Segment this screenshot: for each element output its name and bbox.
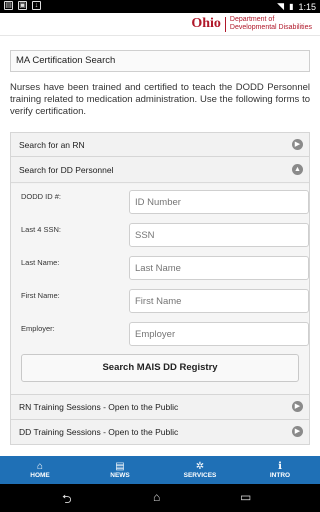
form-row-ssn: Last 4 SSN: <box>21 223 309 247</box>
chevron-right-circle-icon: ▶ <box>292 139 303 150</box>
first-name-input[interactable] <box>129 289 309 313</box>
accordion-header-dd[interactable]: Search for DD Personnel ▲ <box>11 157 309 183</box>
home-button-icon[interactable]: ⌂ <box>153 490 160 504</box>
download-icon: ↓ <box>32 1 41 10</box>
form-row-last-name: Last Name: <box>21 256 309 280</box>
home-icon: ⌂ <box>36 461 44 472</box>
dept-line-1: Department of <box>229 16 275 23</box>
dept-line-2: Developmental Disabilities <box>229 24 312 31</box>
app-header: Ohio Department of Developmental Disabil… <box>0 13 320 36</box>
accordion-header[interactable]: DD Training Sessions - Open to the Publi… <box>11 420 309 444</box>
dd-search-form: DODD ID #: Last 4 SSN: Last Name: First … <box>11 184 309 425</box>
battery-icon: ▮ <box>289 2 294 11</box>
intro-text: Nurses have been trained and certified t… <box>10 82 310 117</box>
info-icon: ℹ <box>278 461 282 472</box>
accordion-search-rn[interactable]: Search for an RN ▶ <box>10 132 310 158</box>
recent-apps-icon[interactable]: ▭ <box>240 490 251 504</box>
employer-input[interactable] <box>129 322 309 346</box>
ohio-dodd-logo: Ohio Department of Developmental Disabil… <box>191 16 312 32</box>
wifi-icon: ◥ <box>277 1 285 11</box>
accordion-header[interactable]: Search for an RN ▶ <box>11 133 309 157</box>
status-bar: ▤ ▣ ↓ ◥ ▮ 1:15 <box>0 0 320 13</box>
dept-name: Department of Developmental Disabilities <box>230 16 312 32</box>
last-name-input[interactable] <box>129 256 309 280</box>
field-label: Last 4 SSN: <box>21 225 62 234</box>
accordion-label: RN Training Sessions - Open to the Publi… <box>19 402 179 412</box>
nav-label: NEWS <box>110 472 130 479</box>
form-row-employer: Employer: <box>21 322 309 346</box>
ssn-input[interactable] <box>129 223 309 247</box>
field-label: Last Name: <box>21 258 60 267</box>
sd-card-icon: ▤ <box>4 1 13 10</box>
nav-services[interactable]: ✲ SERVICES <box>160 456 240 484</box>
accordion-dd-training-sessions[interactable]: DD Training Sessions - Open to the Publi… <box>10 419 310 445</box>
brand-name: Ohio <box>191 16 221 31</box>
search-mais-dd-registry-button[interactable]: Search MAIS DD Registry <box>21 354 299 382</box>
nav-label: INTRO <box>269 472 291 479</box>
form-row-dodd-id: DODD ID #: <box>21 190 309 214</box>
nav-label: SERVICES <box>183 472 217 479</box>
nav-home[interactable]: ⌂ HOME <box>0 456 80 484</box>
nav-news[interactable]: ▤ NEWS <box>80 456 160 484</box>
page-title: MA Certification Search <box>10 50 310 72</box>
gear-icon: ✲ <box>195 461 205 472</box>
accordion-search-dd-personnel: Search for DD Personnel ▲ DODD ID #: Las… <box>10 156 310 426</box>
status-time: 1:15 <box>298 1 316 12</box>
bottom-navigation: ⌂ HOME ▤ NEWS ✲ SERVICES ℹ INTRO <box>0 456 320 484</box>
status-left-icons: ▤ ▣ ↓ <box>4 1 41 10</box>
back-icon[interactable]: ⮌ <box>62 490 72 511</box>
accordion-label: Search for an RN <box>19 140 85 150</box>
newspaper-icon: ▤ <box>115 461 125 472</box>
dodd-id-input[interactable] <box>129 190 309 214</box>
accordion-label: Search for DD Personnel <box>19 164 114 175</box>
accordion-label: DD Training Sessions - Open to the Publi… <box>19 427 179 437</box>
main-content: MA Certification Search Nurses have been… <box>0 36 320 456</box>
chevron-right-circle-icon: ▶ <box>292 401 303 412</box>
chevron-right-circle-icon: ▶ <box>292 426 303 437</box>
chevron-up-circle-icon: ▲ <box>292 164 303 175</box>
status-right-icons: ◥ ▮ 1:15 <box>277 1 316 12</box>
system-navigation-bar: ⮌ ⌂ ▭ <box>0 484 320 512</box>
field-label: Employer: <box>21 324 55 333</box>
logo-divider <box>224 16 226 32</box>
accordion-header[interactable]: RN Training Sessions - Open to the Publi… <box>11 395 309 419</box>
nav-intro[interactable]: ℹ INTRO <box>240 456 320 484</box>
image-icon: ▣ <box>18 1 27 10</box>
nav-label: HOME <box>30 472 50 479</box>
field-label: First Name: <box>21 291 60 300</box>
form-row-first-name: First Name: <box>21 289 309 313</box>
accordion-rn-training-sessions[interactable]: RN Training Sessions - Open to the Publi… <box>10 394 310 420</box>
field-label: DODD ID #: <box>21 192 62 201</box>
